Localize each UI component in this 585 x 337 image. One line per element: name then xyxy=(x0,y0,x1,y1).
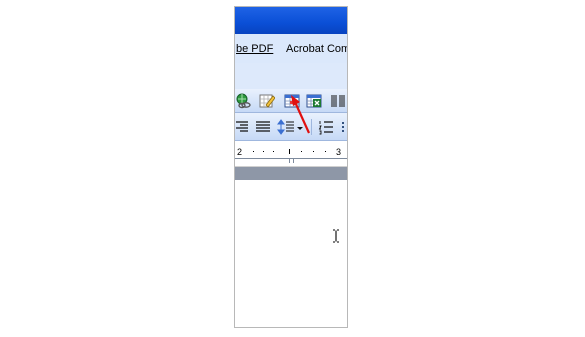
page-boundary-band xyxy=(235,167,347,180)
title-bar xyxy=(235,7,347,34)
toolbar-options-icon[interactable] xyxy=(339,118,347,136)
menu-adobe-pdf-label: be PDF xyxy=(236,43,274,55)
tables-borders-icon[interactable] xyxy=(258,92,276,110)
columns-icon[interactable] xyxy=(329,92,347,110)
insert-excel-worksheet-icon[interactable] xyxy=(305,92,323,110)
ruler-number-right: 3 xyxy=(336,147,342,157)
toolbar-separator xyxy=(311,119,312,135)
ruler-ticks xyxy=(235,149,347,163)
document-area[interactable] xyxy=(235,180,347,327)
insert-table-icon[interactable] xyxy=(283,92,301,110)
text-cursor-icon xyxy=(332,229,340,248)
toolbar-area-top xyxy=(235,63,347,89)
word-window-crop: be PDF Acrobat Com 2 3 xyxy=(234,6,348,328)
menu-adobe-pdf[interactable]: be PDF xyxy=(236,43,273,55)
tables-toolbar xyxy=(235,89,347,113)
formatting-toolbar xyxy=(235,113,347,141)
justify-icon[interactable] xyxy=(254,118,272,136)
numbering-icon[interactable] xyxy=(317,118,335,136)
align-right-icon[interactable] xyxy=(235,118,251,136)
hyperlink-icon[interactable] xyxy=(235,92,253,110)
horizontal-ruler[interactable]: 2 3 xyxy=(235,141,347,167)
line-spacing-icon[interactable] xyxy=(277,118,295,136)
menu-bar: be PDF Acrobat Com xyxy=(235,34,347,63)
line-spacing-dropdown-icon[interactable] xyxy=(295,118,305,136)
menu-acrobat-comments[interactable]: Acrobat Com xyxy=(286,43,347,55)
